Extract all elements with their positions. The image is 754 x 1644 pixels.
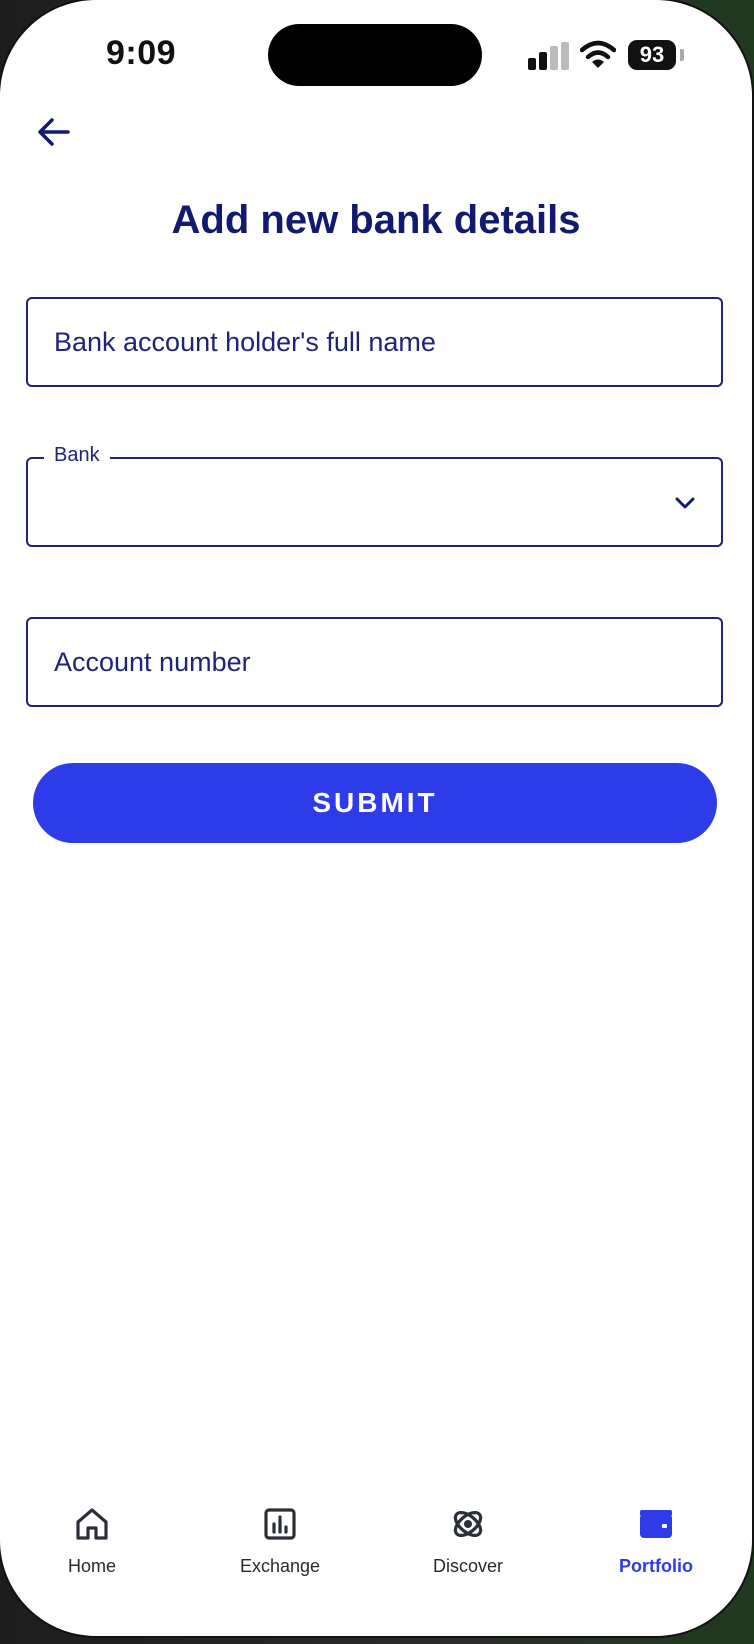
battery-tip bbox=[680, 49, 684, 61]
nav-item-home[interactable]: Home bbox=[2, 1490, 182, 1590]
battery-level: 93 bbox=[639, 42, 665, 67]
nav-label-exchange: Exchange bbox=[239, 1556, 321, 1576]
nav-label-home: Home bbox=[67, 1556, 116, 1576]
status-time: 9:09 bbox=[106, 34, 177, 72]
arrow-left-icon[interactable] bbox=[34, 112, 74, 152]
page-title: Add new bank details bbox=[171, 198, 581, 242]
nav-item-discover[interactable]: Discover bbox=[378, 1490, 558, 1590]
wifi-icon bbox=[580, 40, 616, 68]
account-number-field[interactable] bbox=[26, 617, 723, 707]
submit-button[interactable]: SUBMIT bbox=[33, 763, 717, 843]
status-bar: 9:09 93 bbox=[0, 0, 752, 110]
nav-label-portfolio: Portfolio bbox=[619, 1556, 693, 1576]
bank-select[interactable]: Bank bbox=[26, 444, 723, 547]
chevron-down-icon[interactable] bbox=[673, 491, 697, 515]
battery-icon: 93 bbox=[628, 40, 676, 70]
nav-label-discover: Discover bbox=[432, 1556, 503, 1576]
bottom-nav: Home Exchange Discover Portfolio bbox=[0, 1490, 752, 1600]
bank-label: Bank bbox=[44, 444, 110, 467]
phone-screen: 9:09 93 Add new bank details Bank SUBMIT bbox=[0, 0, 752, 1636]
account-number-input[interactable] bbox=[28, 619, 721, 705]
orbit-icon bbox=[453, 1510, 483, 1538]
nav-item-portfolio[interactable]: Portfolio bbox=[566, 1490, 746, 1590]
holder-name-input[interactable] bbox=[28, 299, 721, 385]
bar-chart-icon bbox=[264, 1508, 296, 1540]
nav-item-exchange[interactable]: Exchange bbox=[190, 1490, 370, 1590]
dynamic-island bbox=[268, 24, 482, 86]
holder-name-field[interactable] bbox=[26, 297, 723, 387]
wallet-icon bbox=[640, 1510, 672, 1538]
home-icon bbox=[76, 1508, 108, 1540]
cellular-signal-icon bbox=[528, 42, 570, 70]
